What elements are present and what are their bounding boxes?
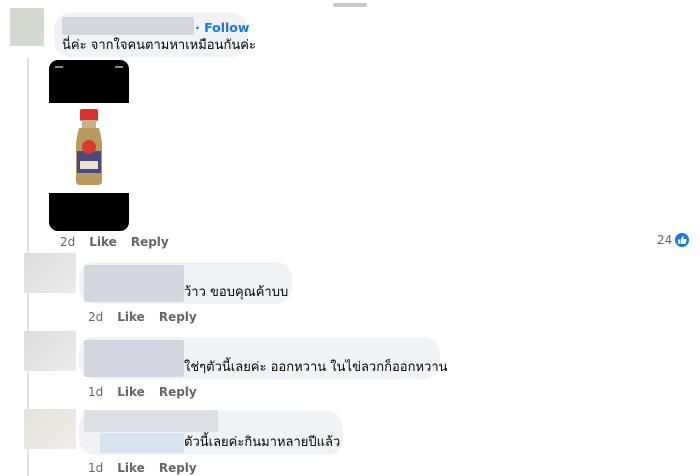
reply-time: 1d: [88, 385, 104, 399]
replier-name-redacted[interactable]: [84, 410, 218, 432]
like-button[interactable]: Like: [117, 461, 145, 475]
comment-time: 2d: [60, 235, 76, 249]
image-page-dots: [81, 224, 97, 227]
avatar[interactable]: [24, 409, 76, 449]
reply-time: 1d: [88, 461, 104, 475]
commenter-name-redacted[interactable]: [62, 17, 194, 35]
reply-text: ตัวนี้เลยค่ะกินมาหลายปีแล้ว: [184, 435, 341, 450]
like-button[interactable]: Like: [89, 235, 117, 249]
reply-button[interactable]: Reply: [159, 310, 197, 324]
replier-name-redacted: [100, 433, 184, 453]
avatar[interactable]: [24, 331, 76, 371]
reply-time: 2d: [88, 310, 104, 324]
follow-button[interactable]: · Follow: [195, 20, 249, 35]
reply-button[interactable]: Reply: [159, 461, 197, 475]
reply-actions: 1d Like Reply: [88, 385, 211, 399]
reaction-summary[interactable]: 24: [657, 233, 690, 247]
reply-text: ใช่ๆตัวนี้เลยค่ะ ออกหวาน ในไข่ลวกก็ออกหว…: [184, 360, 448, 375]
comment-text: นี่ค่ะ จากใจคนตามหาเหมือนกันค่ะ: [62, 38, 256, 53]
like-button[interactable]: Like: [117, 310, 145, 324]
phone-status-bar: [55, 64, 123, 70]
replier-name-redacted[interactable]: [84, 340, 184, 377]
comment-actions: 2d Like Reply: [60, 235, 183, 249]
sheet-grabber[interactable]: [333, 3, 367, 7]
reply-button[interactable]: Reply: [131, 235, 169, 249]
sauce-bottle-photo: [49, 103, 129, 193]
reaction-count: 24: [657, 233, 673, 247]
reply-text: ว้าว ขอบคุณค้าบบ: [184, 285, 289, 300]
replier-name-redacted[interactable]: [84, 265, 184, 302]
reply-actions: 2d Like Reply: [88, 310, 211, 324]
like-icon: [675, 233, 690, 247]
like-button[interactable]: Like: [117, 385, 145, 399]
avatar[interactable]: [10, 8, 44, 46]
reply-button[interactable]: Reply: [159, 385, 197, 399]
avatar[interactable]: [24, 253, 76, 293]
reply-actions: 1d Like Reply: [88, 461, 211, 475]
attachment-image[interactable]: [49, 60, 129, 231]
